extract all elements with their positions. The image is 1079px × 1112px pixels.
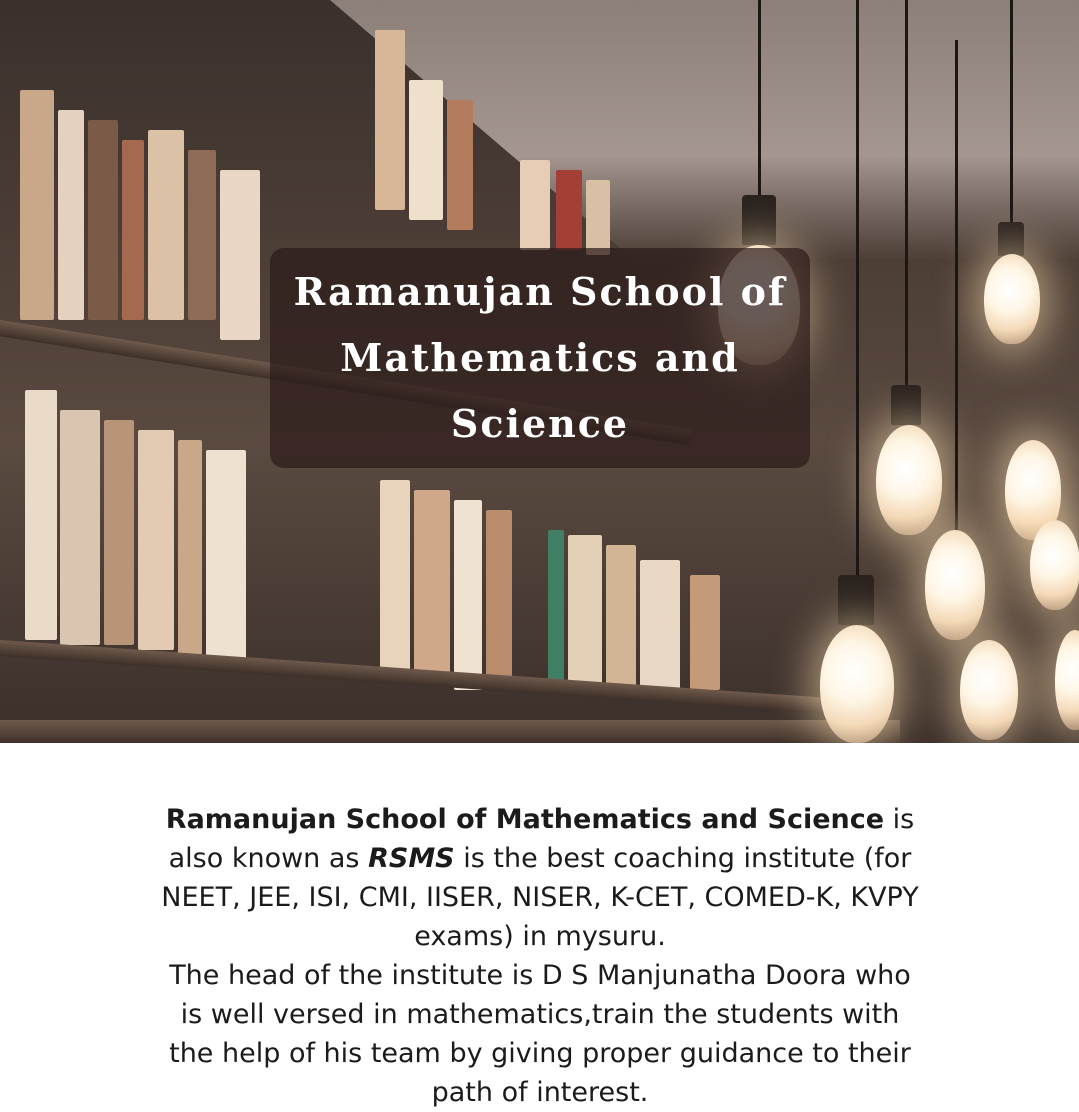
title-overlay: Ramanujan School of Mathematics and Scie… <box>270 248 810 468</box>
school-abbreviation: RSMS <box>368 843 455 874</box>
about-text: Ramanujan School of Mathematics and Scie… <box>160 800 920 1112</box>
hero-banner: Ramanujan School of Mathematics and Scie… <box>0 0 1079 743</box>
about-paragraph-2: The head of the institute is D S Manjuna… <box>169 960 911 1108</box>
page-title: Ramanujan School of Mathematics and Scie… <box>293 269 787 446</box>
school-name: Ramanujan School of Mathematics and Scie… <box>165 804 885 835</box>
about-paragraph-1: Ramanujan School of Mathematics and Scie… <box>160 800 920 956</box>
